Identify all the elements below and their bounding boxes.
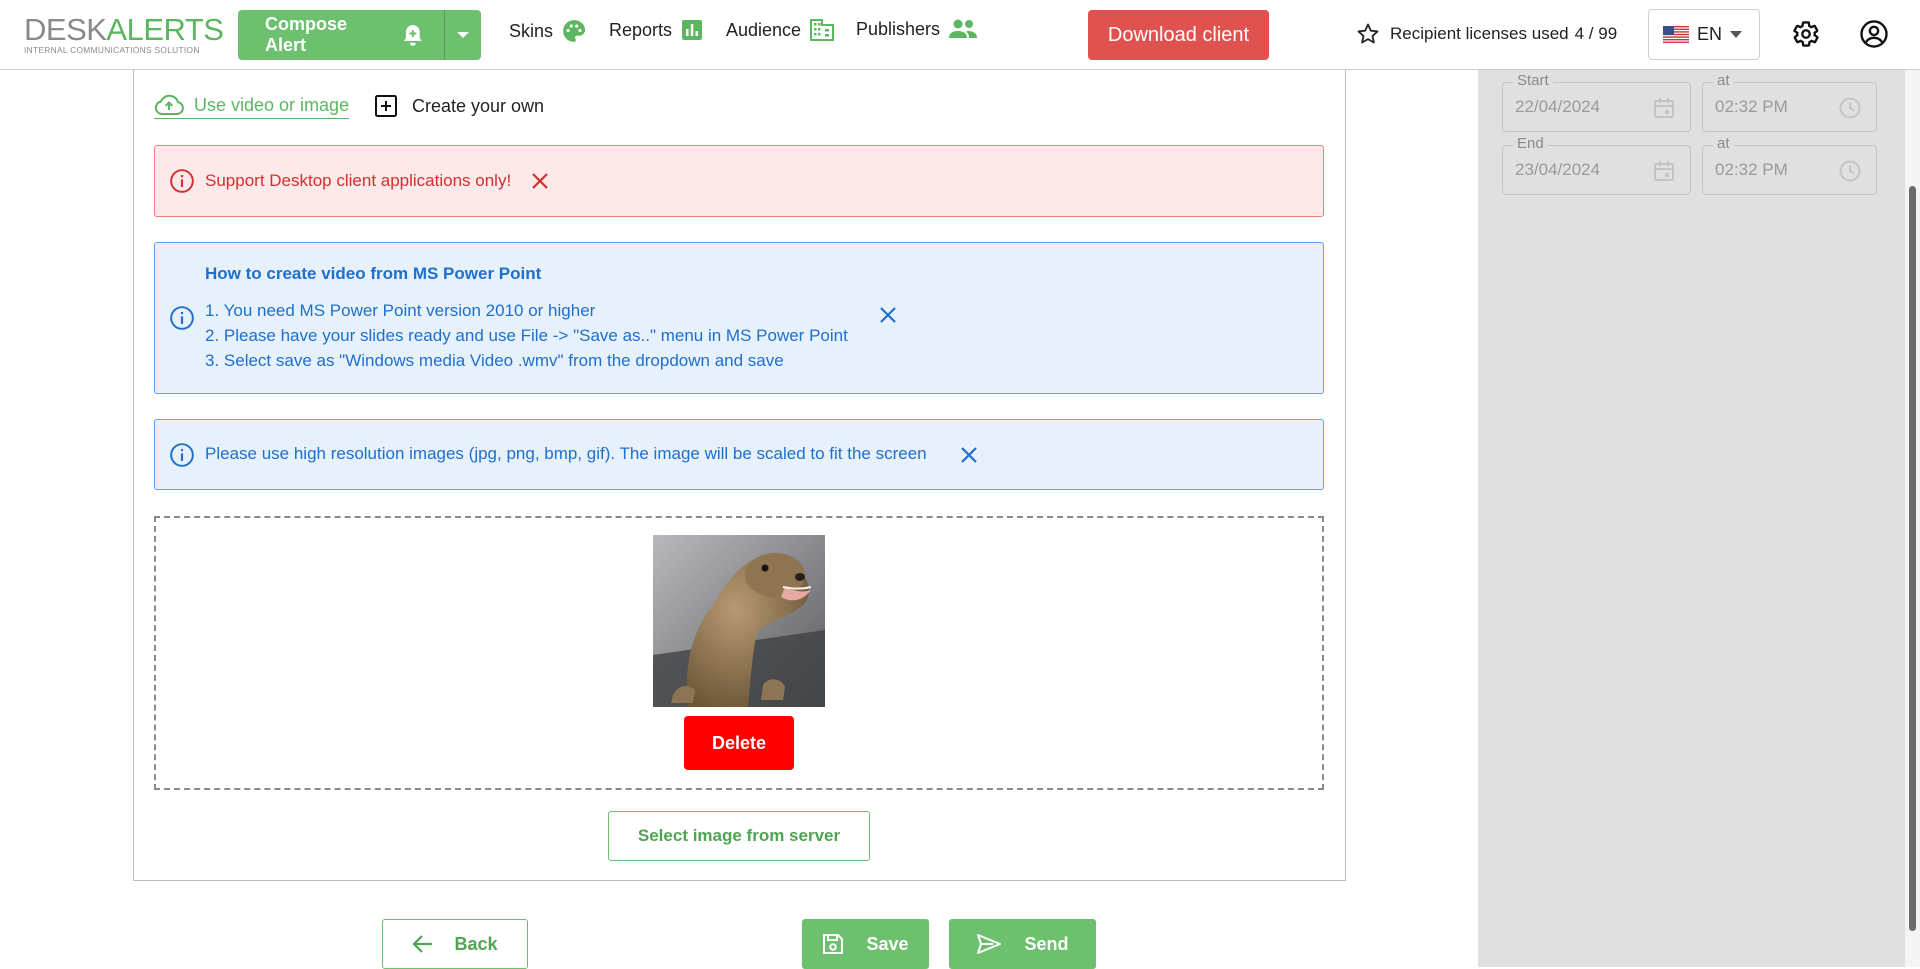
recipient-licenses: Recipient licenses used 4 / 99 [1356, 22, 1617, 46]
uploaded-image-preview [653, 535, 825, 707]
nav-publishers[interactable]: Publishers [856, 18, 978, 40]
desk-alerts-logo[interactable]: DESKALERTS INTERNAL COMMUNICATIONS SOLUT… [24, 12, 224, 56]
building-icon [810, 19, 835, 41]
star-icon [1357, 23, 1379, 44]
info-icon [170, 306, 194, 330]
compose-alert-button[interactable]: Compose Alert [238, 10, 444, 60]
nav-skins[interactable]: Skins [509, 18, 587, 44]
powerpoint-howto-info-alert: How to create video from MS Power Point … [154, 242, 1324, 394]
compose-alert-label: Compose Alert [265, 14, 348, 55]
close-error-alert-icon[interactable] [529, 170, 551, 192]
start-date-label: Start [1513, 73, 1553, 89]
nav-publishers-label: Publishers [856, 18, 941, 39]
save-button[interactable]: Save [802, 919, 929, 969]
licenses-label: Recipient licenses used [1390, 24, 1569, 43]
scrollbar-thumb[interactable] [1909, 186, 1916, 931]
language-selector[interactable]: EN [1648, 9, 1760, 60]
licenses-value: 4 / 99 [1574, 24, 1618, 43]
compose-alert-dropdown-button[interactable] [444, 10, 481, 60]
save-button-label: Save [866, 933, 909, 954]
image-hint-text: Please use high resolution images (jpg, … [205, 444, 927, 463]
bar-chart-icon [682, 20, 703, 40]
send-button[interactable]: Send [949, 919, 1096, 969]
howto-title: How to create video from MS Power Point [205, 264, 542, 283]
palette-icon [563, 20, 586, 42]
clock-icon[interactable] [1838, 159, 1862, 183]
end-date-field[interactable]: End 23/04/2024 [1502, 136, 1691, 195]
back-button-label: Back [454, 933, 498, 954]
nav-reports-label: Reports [609, 19, 673, 40]
start-time-value: 02:32 PM [1715, 97, 1788, 116]
start-time-field[interactable]: at 02:32 PM [1702, 73, 1877, 132]
info-icon [170, 443, 194, 467]
howto-line: 2. Please have your slides ready and use… [205, 326, 848, 345]
desktop-only-error-alert: Support Desktop client applications only… [154, 145, 1324, 217]
howto-line: 1. You need MS Power Point version 2010 … [205, 301, 596, 320]
back-button[interactable]: Back [382, 919, 528, 969]
nav-reports[interactable]: Reports [609, 18, 704, 42]
caret-down-icon [1730, 31, 1743, 38]
end-time-value: 02:32 PM [1715, 160, 1788, 179]
close-howto-alert-icon[interactable] [877, 304, 899, 326]
start-date-value: 22/04/2024 [1515, 97, 1601, 116]
end-date-label: End [1513, 136, 1548, 152]
clock-icon[interactable] [1838, 96, 1862, 120]
nav-audience-label: Audience [726, 19, 802, 40]
us-flag-icon [1663, 26, 1689, 43]
add-box-icon [375, 95, 397, 117]
start-time-label: at [1713, 73, 1734, 89]
caret-down-icon [457, 32, 469, 38]
error-info-icon [170, 169, 194, 193]
top-bar: DESKALERTS INTERNAL COMMUNICATIONS SOLUT… [0, 0, 1920, 70]
end-time-field[interactable]: at 02:32 PM [1702, 136, 1877, 195]
people-icon [949, 19, 978, 38]
cloud-upload-icon [154, 94, 184, 115]
arrow-left-icon [412, 935, 433, 953]
end-date-value: 23/04/2024 [1515, 160, 1601, 179]
compose-alert-split-button: Compose Alert [238, 10, 481, 60]
delete-image-button[interactable]: Delete [684, 716, 794, 770]
tab-use-video-or-image-label: Use video or image [194, 94, 350, 115]
tab-use-video-or-image[interactable]: Use video or image [154, 94, 350, 119]
logo-tagline: INTERNAL COMMUNICATIONS SOLUTION [24, 45, 200, 55]
nav-audience[interactable]: Audience [726, 18, 835, 42]
floppy-disk-icon [823, 934, 844, 954]
calendar-icon[interactable] [1652, 159, 1676, 183]
nav-skins-label: Skins [509, 20, 554, 41]
image-resolution-info-alert: Please use high resolution images (jpg, … [154, 419, 1324, 490]
tab-create-your-own-label: Create your own [412, 95, 545, 116]
logo-wordmark: DESKALERTS [24, 12, 224, 47]
settings-gear-icon[interactable] [1792, 20, 1820, 53]
send-plane-icon [977, 934, 1002, 954]
send-button-label: Send [1024, 933, 1069, 954]
calendar-icon[interactable] [1652, 96, 1676, 120]
select-image-from-server-button[interactable]: Select image from server [608, 811, 870, 861]
start-date-field[interactable]: Start 22/04/2024 [1502, 73, 1691, 132]
close-image-hint-icon[interactable] [958, 444, 980, 466]
howto-line: 3. Select save as "Windows media Video .… [205, 351, 784, 370]
end-time-label: at [1713, 136, 1734, 152]
schedule-panel: Start 22/04/2024 at 02:32 PM End 23/04/2… [1478, 70, 1905, 967]
account-circle-icon[interactable] [1859, 19, 1889, 54]
error-alert-text: Support Desktop client applications only… [205, 171, 512, 190]
language-label: EN [1697, 24, 1723, 44]
bell-plus-icon [404, 25, 423, 46]
tab-create-your-own[interactable]: Create your own [374, 94, 544, 118]
download-client-button[interactable]: Download client [1088, 10, 1269, 60]
